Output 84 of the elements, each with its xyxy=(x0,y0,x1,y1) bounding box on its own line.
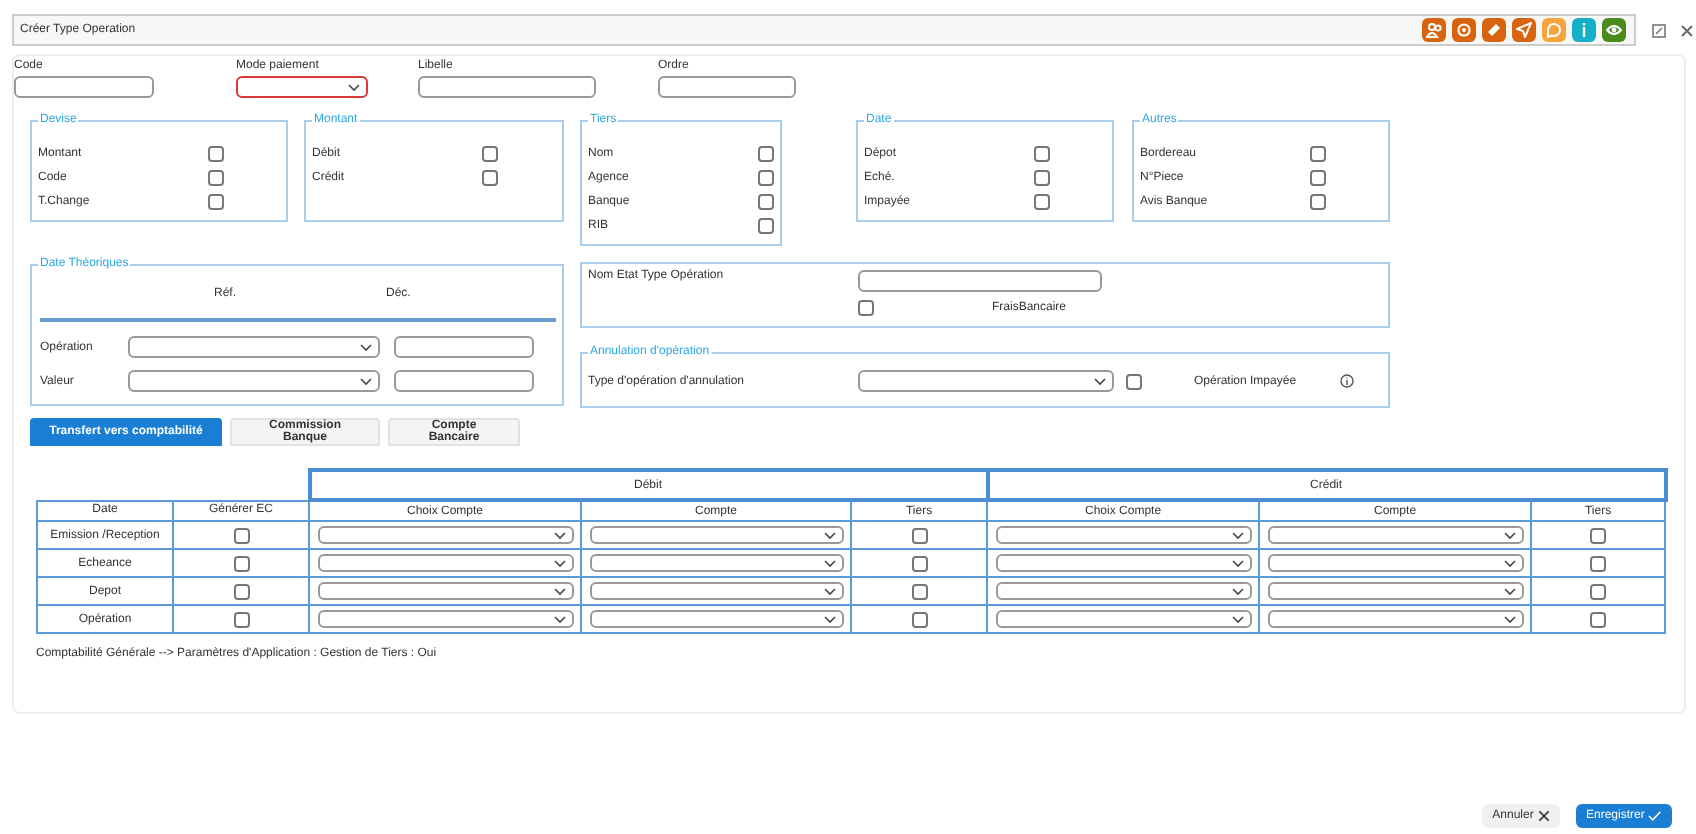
caret-icon xyxy=(360,377,372,385)
checkbox[interactable] xyxy=(1590,555,1607,571)
people-icon[interactable] xyxy=(1422,18,1446,42)
checkbox[interactable] xyxy=(758,146,774,162)
checkbox[interactable] xyxy=(233,611,249,627)
caret-icon xyxy=(1503,615,1516,623)
dropdown-field[interactable] xyxy=(995,610,1252,628)
dropdown-field[interactable] xyxy=(589,582,843,600)
text-field[interactable] xyxy=(394,336,534,358)
caret-icon xyxy=(553,587,565,595)
dropdown-field[interactable] xyxy=(589,610,843,628)
checkbox[interactable] xyxy=(482,170,498,186)
caret-icon xyxy=(823,587,835,595)
checkbox[interactable] xyxy=(233,527,249,543)
caret-icon xyxy=(1231,559,1244,567)
text-field[interactable] xyxy=(14,76,154,98)
dropdown-field[interactable] xyxy=(317,610,573,628)
dropdown-field[interactable] xyxy=(128,336,380,358)
dropdown-field[interactable] xyxy=(317,582,573,600)
send-icon[interactable] xyxy=(1512,18,1536,42)
checkbox[interactable] xyxy=(911,527,928,543)
caret-icon xyxy=(823,559,835,567)
checkbox[interactable] xyxy=(233,583,249,599)
dropdown-field[interactable] xyxy=(858,370,1114,392)
checkbox[interactable] xyxy=(758,170,774,186)
caret-icon xyxy=(823,531,835,539)
checkbox[interactable] xyxy=(1034,170,1050,186)
caret-icon xyxy=(1503,559,1516,567)
checkbox[interactable] xyxy=(1126,373,1142,389)
caret-icon xyxy=(553,615,565,623)
caret-icon xyxy=(1503,531,1516,539)
checkbox[interactable] xyxy=(208,146,224,162)
checkbox[interactable] xyxy=(1310,194,1326,210)
checkbox[interactable] xyxy=(1034,194,1050,210)
dropdown-field[interactable] xyxy=(1267,582,1524,600)
checkbox[interactable] xyxy=(1590,611,1607,627)
check-icon xyxy=(1648,810,1662,822)
caret-icon xyxy=(823,615,835,623)
dropdown-field[interactable] xyxy=(1267,526,1524,544)
checkbox[interactable] xyxy=(1590,527,1607,543)
eye-icon[interactable] xyxy=(1602,18,1626,42)
checkbox[interactable] xyxy=(858,300,874,316)
caret-icon xyxy=(553,559,565,567)
caret-icon xyxy=(1503,587,1516,595)
dropdown-field[interactable] xyxy=(128,370,380,392)
checkbox[interactable] xyxy=(1590,583,1607,599)
close-icon[interactable] xyxy=(1680,23,1694,37)
dropdown-field[interactable] xyxy=(995,526,1252,544)
dropdown-field[interactable] xyxy=(589,526,843,544)
checkbox[interactable] xyxy=(758,194,774,210)
info-icon[interactable] xyxy=(1572,18,1596,42)
dropdown-field[interactable] xyxy=(1267,610,1524,628)
text-field[interactable] xyxy=(858,270,1102,292)
checkbox[interactable] xyxy=(233,555,249,571)
dropdown-field[interactable] xyxy=(236,76,368,98)
caret-icon xyxy=(553,531,565,539)
caret-icon xyxy=(1094,377,1106,385)
caret-icon xyxy=(1231,615,1244,623)
checkbox[interactable] xyxy=(758,218,774,234)
dropdown-field[interactable] xyxy=(317,526,573,544)
maximize-icon[interactable] xyxy=(1652,23,1666,37)
checkbox[interactable] xyxy=(482,146,498,162)
text-field[interactable] xyxy=(658,76,796,98)
caret-icon xyxy=(348,83,360,91)
checkbox[interactable] xyxy=(208,170,224,186)
checkbox[interactable] xyxy=(911,583,928,599)
caret-icon xyxy=(1231,531,1244,539)
dropdown-field[interactable] xyxy=(317,554,573,572)
text-field[interactable] xyxy=(418,76,596,98)
checkbox[interactable] xyxy=(208,194,224,210)
dropdown-field[interactable] xyxy=(589,554,843,572)
dropdown-field[interactable] xyxy=(1267,554,1524,572)
checkbox[interactable] xyxy=(1310,146,1326,162)
checkbox[interactable] xyxy=(911,555,928,571)
close-icon xyxy=(1537,810,1550,822)
info-icon xyxy=(1340,374,1354,388)
checkbox[interactable] xyxy=(911,611,928,627)
dropdown-field[interactable] xyxy=(995,582,1252,600)
checkbox[interactable] xyxy=(1034,146,1050,162)
checkbox[interactable] xyxy=(1310,170,1326,186)
dropdown-field[interactable] xyxy=(995,554,1252,572)
text-field[interactable] xyxy=(394,370,534,392)
caret-icon xyxy=(360,343,372,351)
caret-icon xyxy=(1231,587,1244,595)
